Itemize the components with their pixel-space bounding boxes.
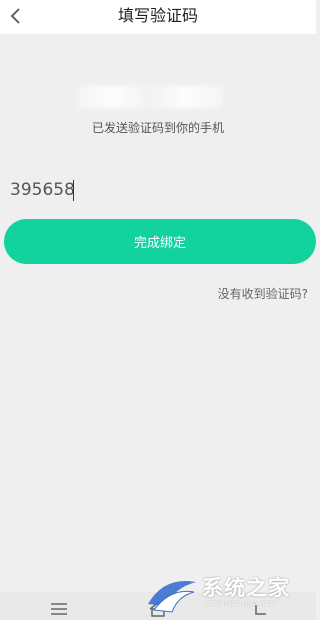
complete-binding-button[interactable]: 完成绑定 <box>4 219 316 264</box>
home-nav-button[interactable] <box>147 600 169 618</box>
text-caret <box>73 180 74 201</box>
back-icon <box>255 605 266 615</box>
masked-phone-number <box>78 86 222 108</box>
back-button[interactable] <box>4 3 28 29</box>
top-bar: 填写验证码 <box>0 0 316 34</box>
home-icon <box>149 602 167 617</box>
menu-nav-button[interactable] <box>48 600 70 618</box>
page-title: 填写验证码 <box>117 6 198 25</box>
sent-code-hint: 已发送验证码到你的手机 <box>91 121 224 135</box>
no-code-received-link[interactable]: 没有收到验证码? <box>218 285 308 302</box>
chevron-left-icon <box>10 8 20 24</box>
verification-code-input[interactable] <box>10 176 210 204</box>
system-nav-bar <box>0 592 316 620</box>
menu-icon <box>51 603 67 615</box>
back-nav-button[interactable] <box>250 600 272 618</box>
